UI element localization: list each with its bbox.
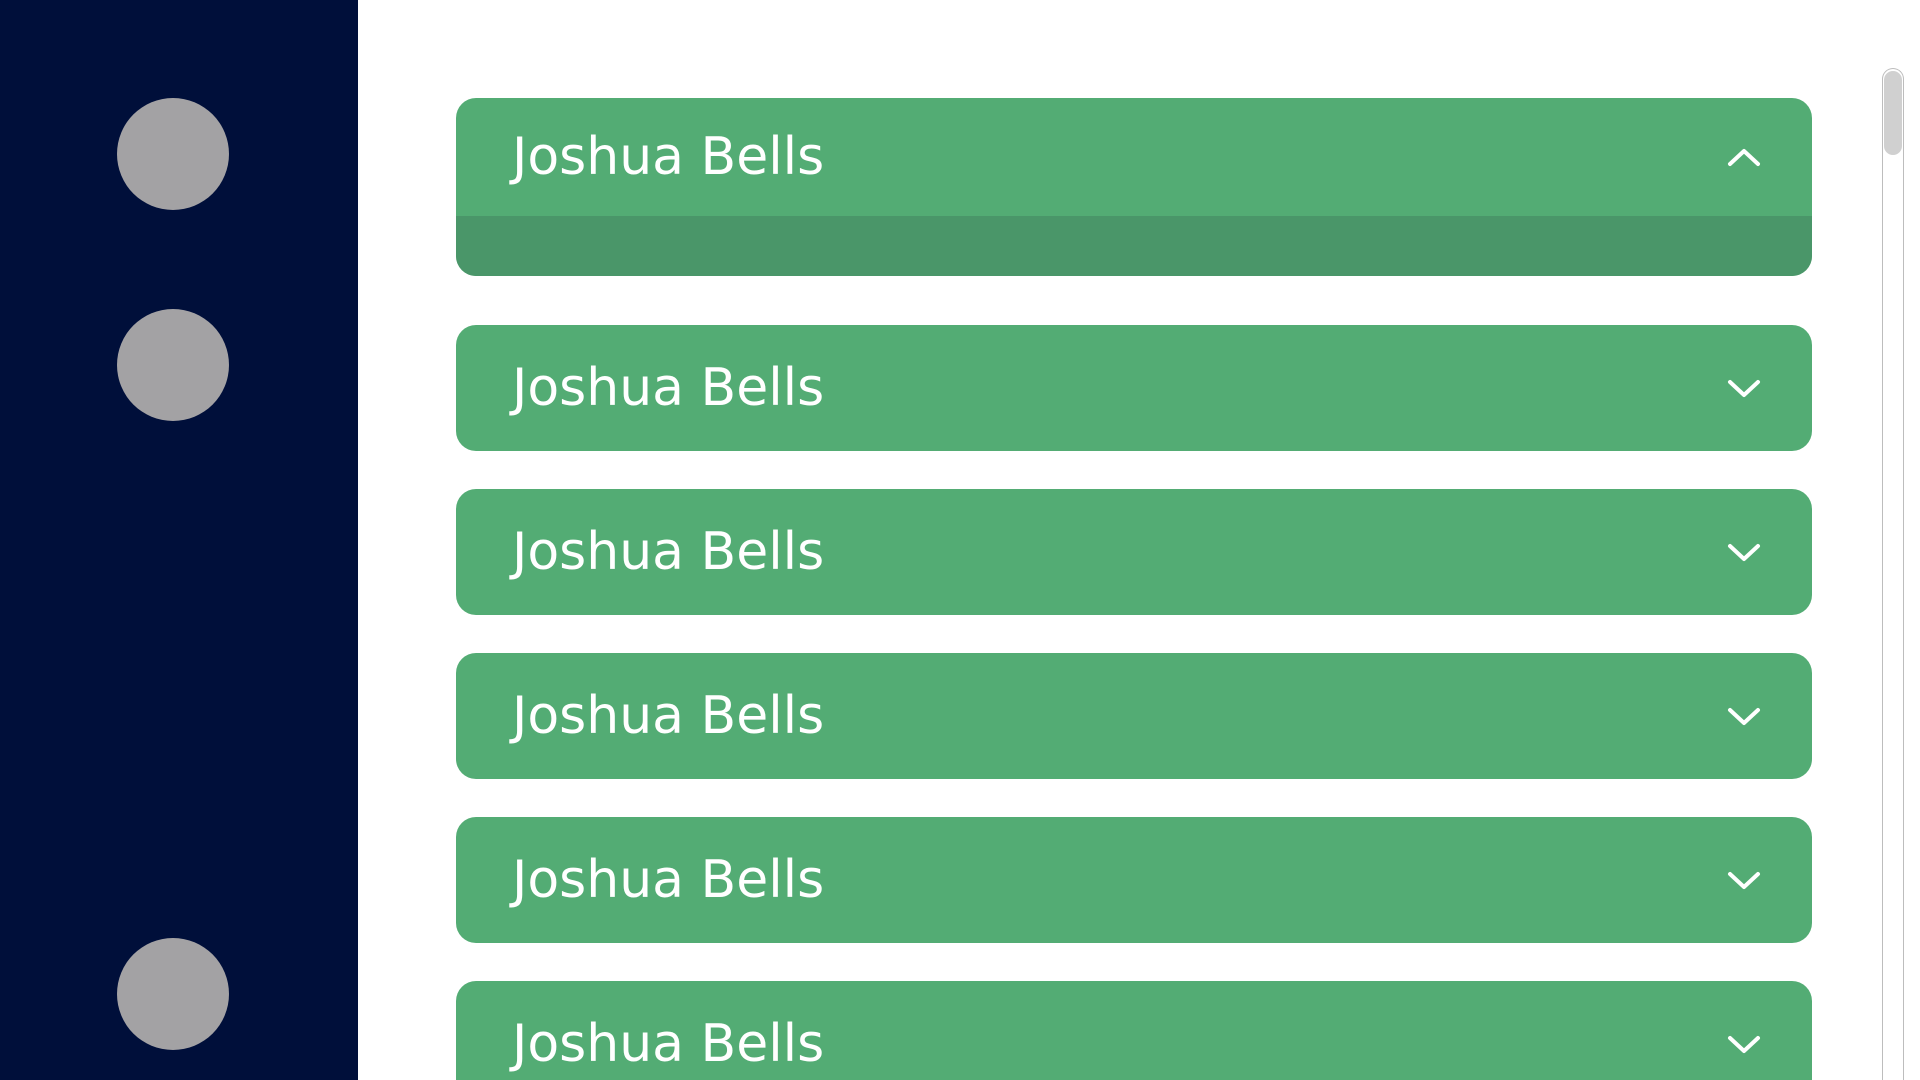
main-content: Joshua Bells Joshua Bells Joshua Bells J…: [358, 0, 1878, 1080]
accordion-item: Joshua Bells: [456, 489, 1812, 615]
avatar[interactable]: [117, 938, 229, 1050]
avatar[interactable]: [117, 98, 229, 210]
accordion-title: Joshua Bells: [512, 358, 825, 418]
vertical-scrollbar[interactable]: [1882, 68, 1904, 1080]
accordion-header[interactable]: Joshua Bells: [456, 325, 1812, 451]
avatar[interactable]: [117, 309, 229, 421]
accordion-header[interactable]: Joshua Bells: [456, 981, 1812, 1080]
sidebar: [0, 0, 358, 1080]
accordion-header[interactable]: Joshua Bells: [456, 817, 1812, 943]
accordion-header[interactable]: Joshua Bells: [456, 653, 1812, 779]
accordion-title: Joshua Bells: [512, 1014, 825, 1074]
accordion-header[interactable]: Joshua Bells: [456, 489, 1812, 615]
scrollbar-thumb[interactable]: [1884, 71, 1902, 155]
chevron-down-icon: [1728, 544, 1760, 561]
accordion-title: Joshua Bells: [512, 850, 825, 910]
accordion-item: Joshua Bells: [456, 98, 1812, 276]
accordion-item: Joshua Bells: [456, 981, 1812, 1080]
accordion-title: Joshua Bells: [512, 127, 825, 187]
accordion-item: Joshua Bells: [456, 325, 1812, 451]
accordion-item: Joshua Bells: [456, 817, 1812, 943]
accordion-item: Joshua Bells: [456, 653, 1812, 779]
chevron-down-icon: [1728, 872, 1760, 889]
accordion-title: Joshua Bells: [512, 686, 825, 746]
accordion-body: [456, 216, 1812, 276]
accordion-title: Joshua Bells: [512, 522, 825, 582]
chevron-down-icon: [1728, 708, 1760, 725]
chevron-down-icon: [1728, 380, 1760, 397]
chevron-up-icon: [1728, 149, 1760, 166]
chevron-down-icon: [1728, 1036, 1760, 1053]
accordion-header[interactable]: Joshua Bells: [456, 98, 1812, 216]
